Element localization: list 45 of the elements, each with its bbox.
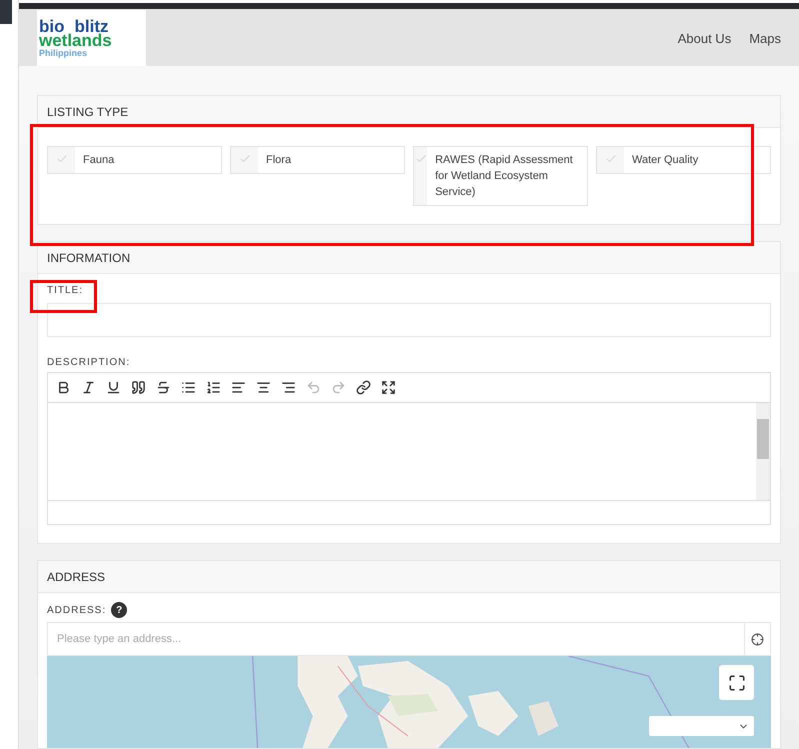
highlight-frame xyxy=(30,280,97,313)
field-label: DESCRIPTION: xyxy=(47,356,132,370)
bold-icon[interactable] xyxy=(56,380,71,395)
checkbox[interactable] xyxy=(48,147,75,173)
align-left-icon[interactable] xyxy=(231,380,246,395)
listing-type-option[interactable]: Water Quality xyxy=(596,146,771,174)
crosshair-icon xyxy=(751,632,764,646)
logo-text: blitz xyxy=(74,18,108,34)
scrollbar[interactable] xyxy=(756,403,770,500)
panel-heading: ADDRESS xyxy=(47,568,106,586)
link-icon[interactable] xyxy=(356,380,371,395)
logo-text: bio xyxy=(39,18,64,34)
listing-type-option[interactable]: Fauna xyxy=(47,146,222,174)
listing-type-option[interactable]: Flora xyxy=(230,146,405,174)
help-badge[interactable]: ? xyxy=(111,602,128,618)
window-edge xyxy=(0,0,12,24)
check-icon xyxy=(414,153,427,165)
field-label: ADDRESS: xyxy=(47,604,106,618)
checkbox[interactable] xyxy=(597,147,624,173)
fullscreen-icon xyxy=(728,674,746,692)
underline-icon[interactable] xyxy=(106,380,121,395)
checkbox[interactable] xyxy=(414,147,428,205)
field-label: TITLE: xyxy=(47,284,84,298)
align-right-icon[interactable] xyxy=(281,380,296,395)
check-icon xyxy=(238,153,250,165)
checkbox[interactable] xyxy=(231,147,258,173)
check-icon xyxy=(604,153,616,165)
nav-link[interactable]: About Us xyxy=(678,28,732,48)
logo-text: wetlands xyxy=(39,32,113,48)
align-center-icon[interactable] xyxy=(256,380,271,395)
bullet-list-icon[interactable] xyxy=(181,380,196,395)
strikethrough-icon[interactable] xyxy=(156,380,171,395)
listing-type-option[interactable]: RAWES (Rapid Assessment for Wetland Ecosystem Service) xyxy=(413,146,588,206)
logo[interactable]: bio blitz wetlands Philippines xyxy=(37,10,146,66)
numbered-list-icon[interactable] xyxy=(206,380,221,395)
quote-icon[interactable] xyxy=(131,380,146,395)
panel-heading: LISTING TYPE xyxy=(47,104,128,120)
check-icon xyxy=(56,153,68,165)
expand-icon[interactable] xyxy=(381,380,396,395)
nav-link[interactable]: Maps xyxy=(749,28,781,48)
title-input[interactable] xyxy=(47,303,771,337)
fullscreen-button[interactable] xyxy=(719,665,754,700)
panel-heading: INFORMATION xyxy=(47,250,130,266)
italic-icon[interactable] xyxy=(81,380,96,395)
logo-text: Philippines xyxy=(39,48,88,58)
